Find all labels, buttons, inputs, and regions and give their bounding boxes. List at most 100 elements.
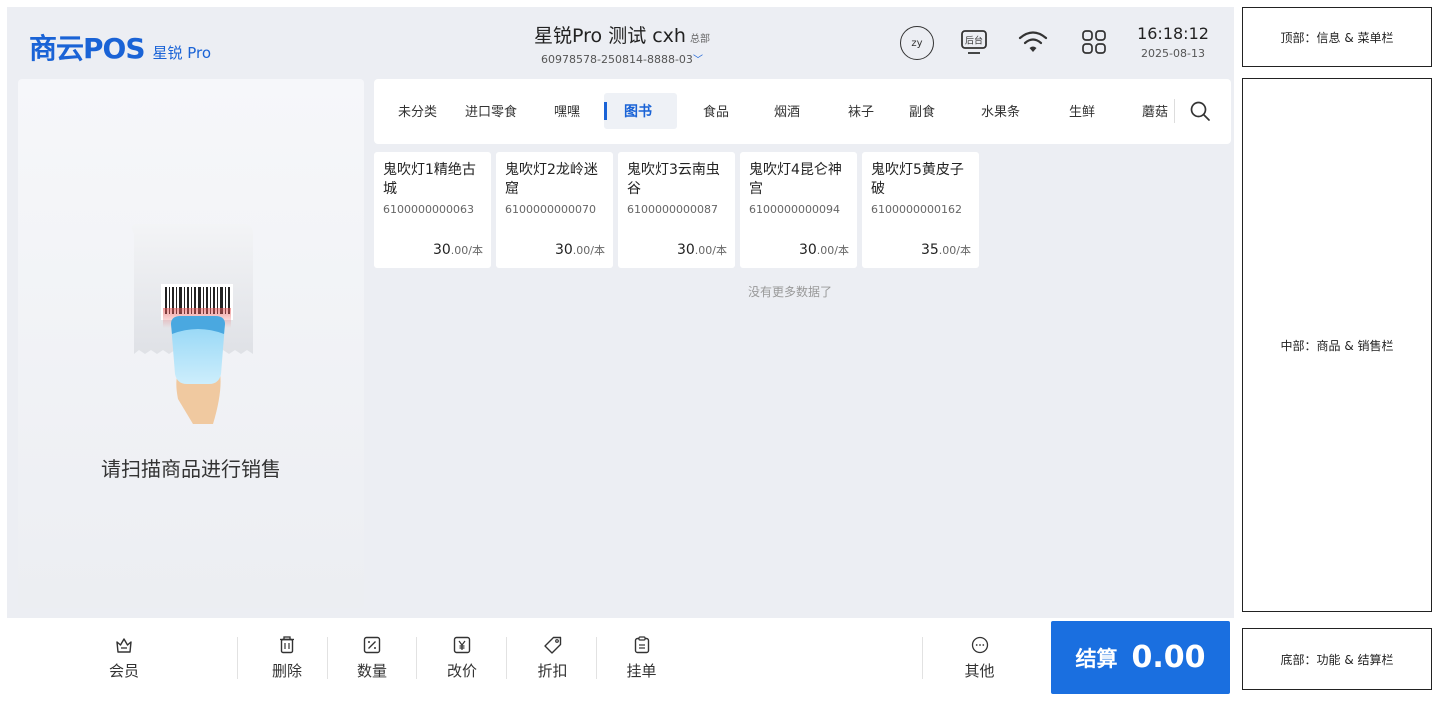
discount-button[interactable]: 折扣 [510,618,595,698]
price-unit: /本 [956,244,971,257]
apps-menu-button[interactable] [1079,27,1109,57]
more-icon [971,636,988,654]
product-card[interactable]: 鬼吹灯1精绝古城 6100000000063 30.00/本 [374,152,491,268]
divider [1174,99,1175,123]
delete-label: 删除 [271,662,302,680]
clock-time: 16:18:12 [1137,24,1209,43]
category-tab[interactable]: 未分类 [398,101,437,120]
divider [416,637,417,679]
top-bar: 商云POS 星锐 Pro 星锐Pro 测试 cxh 总部 60978578-250… [7,7,1234,77]
product-name: 鬼吹灯5黄皮子破 [871,162,964,197]
scan-panel: 请扫描商品进行销售 [18,79,364,608]
other-label: 其他 [964,662,995,680]
price-integer: 35 [920,242,939,258]
price-decimal: .00 [938,244,957,257]
crown-icon [116,638,132,653]
product-card[interactable]: 鬼吹灯2龙岭迷窟 6100000000070 30.00/本 [496,152,613,268]
bottom-bar: 会员 删除 数量 改价 折扣 挂单 其他 结算 0.00 [7,618,1234,698]
price-unit: /本 [590,244,605,257]
price-unit: /本 [468,244,483,257]
divider [506,637,507,679]
product-price: 30.00/本 [433,242,483,258]
product-code: 6100000000063 [383,203,474,216]
product-name: 鬼吹灯2龙岭迷窟 [505,162,598,197]
annotation-middle: 中部：商品 & 销售栏 [1242,78,1432,612]
quantity-label: 数量 [356,662,387,680]
wifi-icon [1018,31,1048,52]
annotation-top: 顶部：信息 & 菜单栏 [1242,7,1432,67]
member-button[interactable]: 会员 [64,618,184,698]
divider [596,637,597,679]
category-tab[interactable]: 烟酒 [774,101,800,120]
product-price: 35.00/本 [921,242,971,258]
product-card[interactable]: 鬼吹灯5黄皮子破 6100000000162 35.00/本 [862,152,979,268]
active-category-indicator [604,102,607,120]
annotation-bottom: 底部：功能 & 结算栏 [1242,628,1432,690]
category-tab-active[interactable]: 图书 [624,101,652,121]
category-tab[interactable]: 嘿嘿 [554,101,580,120]
percent-box-icon [363,636,381,654]
pos-app: 商云POS 星锐 Pro 星锐Pro 测试 cxh 总部 60978578-250… [7,7,1234,698]
trash-icon [280,636,294,654]
clock-date: 2025-08-13 [1141,47,1205,60]
checkout-amount: 0.00 [1131,640,1206,675]
member-label: 会员 [108,662,139,680]
checkout-button[interactable]: 结算 0.00 [1051,621,1230,694]
tag-icon [543,636,561,654]
price-unit: /本 [834,244,849,257]
product-price: 30.00/本 [677,242,727,258]
product-price: 30.00/本 [799,242,849,258]
price-unit: /本 [712,244,727,257]
delete-button[interactable]: 删除 [247,618,327,698]
product-card[interactable]: 鬼吹灯4昆仑神宫 6100000000094 30.00/本 [740,152,857,268]
product-name: 鬼吹灯4昆仑神宫 [749,162,842,197]
category-tab[interactable]: 食品 [703,101,729,120]
clock: 16:18:12 2025-08-13 [1127,24,1219,60]
price-integer: 30 [432,242,451,258]
divider [237,637,238,679]
monitor-icon: 后台 [961,30,987,54]
store-tag: 总部 [689,34,710,45]
price-decimal: .00 [816,244,835,257]
product-card[interactable]: 鬼吹灯3云南虫谷 6100000000087 30.00/本 [618,152,735,268]
product-name: 鬼吹灯1精绝古城 [383,162,476,197]
category-tab[interactable]: 水果条 [981,101,1020,120]
store-name: 星锐Pro 测试 cxh 总部 [427,21,817,48]
divider [922,637,923,679]
category-tab[interactable]: 生鲜 [1069,101,1095,120]
other-button[interactable]: 其他 [937,618,1022,698]
discount-label: 折扣 [537,662,568,680]
price-decimal: .00 [572,244,591,257]
product-code: 6100000000162 [871,203,962,216]
search-icon[interactable] [1188,99,1212,123]
category-tab[interactable]: 袜子 [848,101,874,120]
grid-icon [1082,30,1106,54]
logo-sub: 星锐 Pro [152,44,212,62]
category-tab[interactable]: 副食 [909,101,935,120]
change-price-label: 改价 [446,662,477,680]
quantity-button[interactable]: 数量 [332,618,412,698]
category-tab[interactable]: 蘑菇 [1142,101,1172,120]
category-bar: 未分类 进口零食 嘿嘿 图书 食品 烟酒 袜子 副食 水果条 生鲜 蘑菇 [374,79,1231,144]
logo: 商云POS 星锐 Pro [29,27,211,67]
barcode-scanner-illustration [131,224,253,424]
store-name-text: 星锐Pro 测试 cxh [534,25,686,47]
logo-main: 商云POS [29,32,145,65]
product-code: 6100000000087 [627,203,718,216]
price-integer: 30 [798,242,817,258]
change-price-button[interactable]: 改价 [422,618,502,698]
hold-order-button[interactable]: 挂单 [599,618,684,698]
price-decimal: .00 [450,244,469,257]
hold-order-label: 挂单 [626,662,657,680]
store-id[interactable]: 60978578-250814-8888-03﹀ [427,51,817,66]
store-info[interactable]: 星锐Pro 测试 cxh 总部 60978578-250814-8888-03﹀ [427,21,817,66]
product-name: 鬼吹灯3云南虫谷 [627,162,720,197]
user-initials: zy [911,37,923,49]
price-integer: 30 [554,242,573,258]
wifi-status[interactable] [1017,27,1049,57]
category-tab[interactable]: 进口零食 [465,101,517,120]
scan-prompt: 请扫描商品进行销售 [101,457,281,481]
divider [327,637,328,679]
user-avatar[interactable]: zy [900,26,934,60]
backoffice-button[interactable]: 后台 [959,27,989,57]
